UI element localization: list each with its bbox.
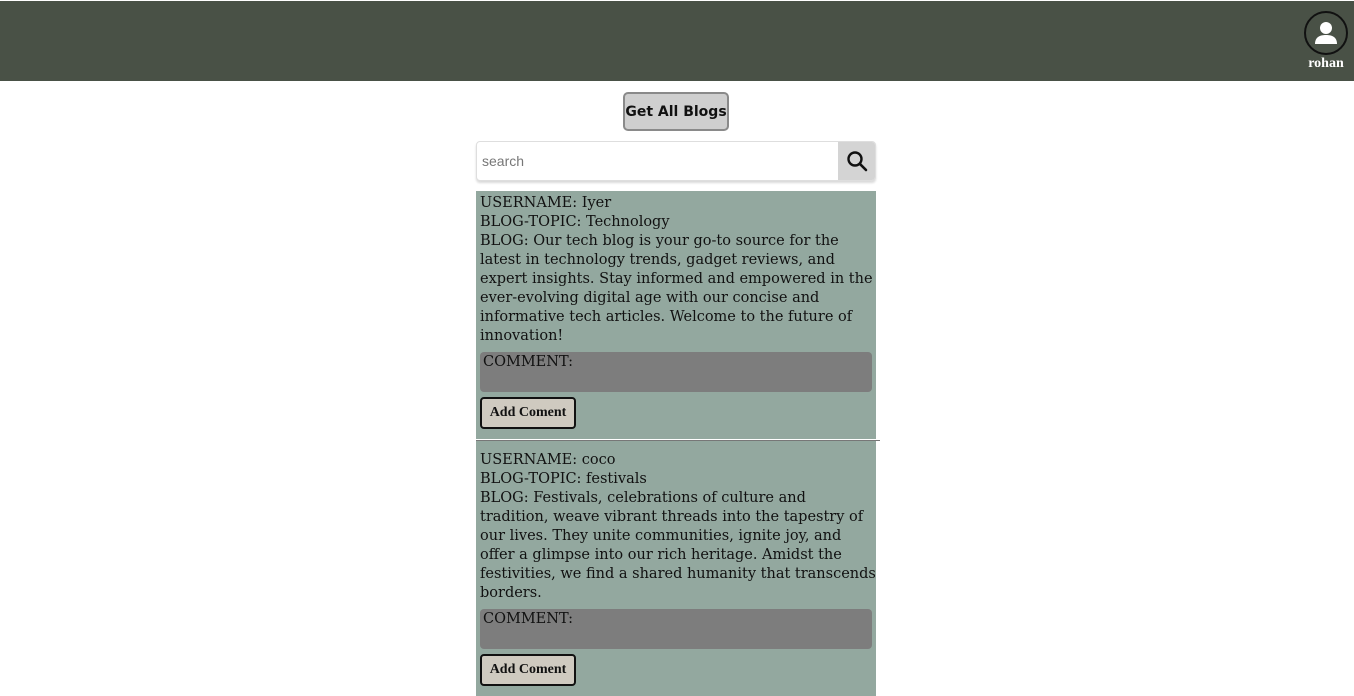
add-comment-button[interactable]: Add Coment — [480, 397, 576, 429]
blog-body: BLOG: Festivals, celebrations of culture… — [480, 490, 876, 601]
get-all-blogs-button[interactable]: Get All Blogs — [623, 92, 729, 131]
comment-field[interactable]: COMMENT: — [480, 352, 872, 392]
blog-body: BLOG: Our tech blog is your go-to source… — [480, 233, 873, 344]
comment-field[interactable]: COMMENT: — [480, 609, 872, 649]
comment-label: COMMENT: — [483, 354, 573, 370]
user-avatar-icon[interactable] — [1304, 11, 1348, 55]
add-comment-button[interactable]: Add Coment — [480, 654, 576, 686]
blog-username: USERNAME: coco — [480, 452, 616, 468]
user-profile[interactable]: rohan — [1303, 11, 1349, 72]
comment-label: COMMENT: — [483, 611, 573, 627]
blog-topic: BLOG-TOPIC: festivals — [480, 471, 647, 487]
blog-topic: BLOG-TOPIC: Technology — [480, 214, 670, 230]
top-navbar: rohan — [0, 1, 1354, 81]
blog-card: USERNAME: Iyer BLOG-TOPIC: Technology BL… — [476, 191, 876, 439]
blog-card: USERNAME: coco BLOG-TOPIC: festivals BLO… — [476, 441, 876, 696]
search-button[interactable] — [838, 142, 875, 180]
blog-username: USERNAME: Iyer — [480, 195, 612, 211]
profile-username: rohan — [1308, 56, 1344, 71]
blog-feed: USERNAME: Iyer BLOG-TOPIC: Technology BL… — [476, 191, 880, 696]
search-bar — [476, 141, 876, 181]
search-icon — [846, 151, 867, 172]
search-input[interactable] — [477, 142, 839, 180]
